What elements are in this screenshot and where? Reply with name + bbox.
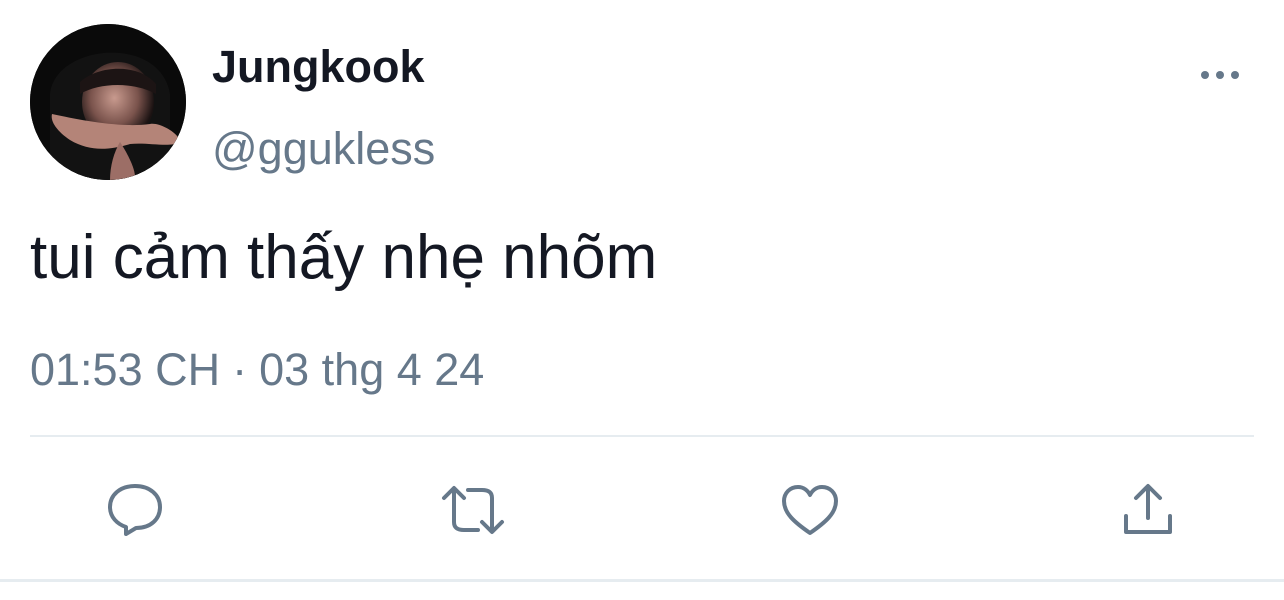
share-icon [1124, 484, 1172, 534]
retweet-icon [442, 486, 504, 534]
avatar[interactable] [30, 24, 186, 180]
more-options-button[interactable] [1196, 58, 1244, 92]
username-handle[interactable]: @ggukless [212, 122, 435, 176]
action-bar [0, 472, 1284, 548]
tweet-timestamp[interactable]: 01:53 CH · 03 thg 4 24 [30, 343, 484, 397]
divider [30, 435, 1254, 437]
display-name[interactable]: Jungkook [212, 40, 425, 94]
more-horizontal-icon [1201, 71, 1239, 79]
heart-icon [782, 485, 838, 535]
tweet-card: Jungkook @ggukless tui cảm thấy nhẹ nhõm… [0, 0, 1284, 600]
share-button[interactable] [1110, 472, 1186, 548]
meta-separator: · [232, 344, 248, 395]
retweet-button[interactable] [435, 472, 511, 548]
tweet-date: 03 thg 4 24 [259, 344, 485, 395]
tweet-time: 01:53 CH [30, 344, 221, 395]
like-button[interactable] [772, 472, 848, 548]
tweet-text: tui cảm thấy nhẹ nhõm [30, 223, 658, 292]
reply-icon [108, 484, 162, 536]
reply-button[interactable] [97, 472, 173, 548]
divider-bottom [0, 579, 1284, 582]
